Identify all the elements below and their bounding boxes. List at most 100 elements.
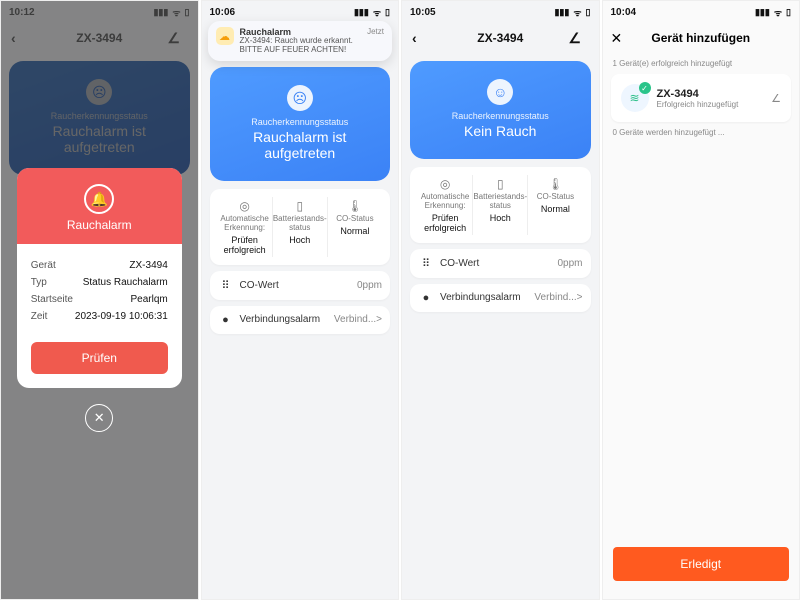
modal-row-val: Pearlqm <box>131 294 168 305</box>
status-icons: ▮▮▮ ᯤ ▯ <box>554 6 590 19</box>
check-icon: ✓ <box>639 82 651 94</box>
wifi-icon: ᯤ <box>573 6 581 19</box>
battery-icon: ▯ <box>786 7 791 18</box>
device-card[interactable]: ≋✓ ZX-3494 Erfolgreich hinzugefügt ∠ <box>611 74 792 122</box>
connection-label: Verbindungsalarm <box>240 314 334 325</box>
modal-header: 🔔 Rauchalarm <box>17 168 182 244</box>
page-title: ZX-3494 <box>432 31 569 45</box>
status-icons: ▮▮▮ ᯤ ▯ <box>354 6 390 19</box>
modal-row: StartseitePearlqm <box>31 294 168 305</box>
connection-alarm-row[interactable]: ● Verbindungsalarm Verbind...> <box>410 284 591 312</box>
status-bar: 10:05 ▮▮▮ ᯤ ▯ <box>402 1 599 23</box>
modal-row-key: Typ <box>31 277 83 288</box>
device-icon: ≋✓ <box>621 84 649 112</box>
connection-alarm-row[interactable]: ● Verbindungsalarm Verbind...> <box>210 306 391 334</box>
status-grid: ◎Automatische Erkennung:Prüfen erfolgrei… <box>410 167 591 243</box>
screen-alarm-modal: 10:12 ▮▮▮ᯤ▯ ‹ ZX-3494 ∠ ☹ Raucherkennung… <box>0 0 199 600</box>
signal-icon: ▮▮▮ <box>554 7 569 18</box>
screen-no-smoke: 10:05 ▮▮▮ ᯤ ▯ ‹ ZX-3494 ∠ ☺ Raucherkennung… <box>401 0 600 600</box>
info-icon: ● <box>418 292 434 304</box>
co-label: CO-Wert <box>240 280 357 291</box>
status-bar: 10:04 ▮▮▮ ᯤ ▯ <box>603 1 800 23</box>
notification-time: Jetzt <box>367 27 384 36</box>
screen-smoke-detected: 10:06 ▮▮▮ ᯤ ▯ ☁ Rauchalarm ZX-3494: Rauch … <box>201 0 400 600</box>
status-time: 10:05 <box>410 7 554 18</box>
rename-icon[interactable]: ∠ <box>771 92 781 105</box>
status-bar: 10:06 ▮▮▮ ᯤ ▯ <box>202 1 399 23</box>
info-icon: ● <box>218 314 234 326</box>
close-icon[interactable]: ✕ <box>611 30 631 47</box>
pending-count: 0 Geräte werden hinzugefügt ... <box>613 128 790 137</box>
app-icon: ☁ <box>216 27 234 45</box>
face-icon: ☹ <box>287 85 313 111</box>
modal-body: GerätZX-3494 TypStatus Rauchalarm Starts… <box>17 244 182 334</box>
stat-battery: ▯Batteriestands-statusHoch <box>273 197 328 257</box>
modal-title: Rauchalarm <box>17 218 182 232</box>
hero-card: ☺ Raucherkennungsstatus Kein Rauch <box>410 61 591 159</box>
back-icon[interactable]: ‹ <box>412 30 432 46</box>
wifi-icon: ᯤ <box>373 6 381 19</box>
co-label: CO-Wert <box>440 258 557 269</box>
stat-co: 🌡CO-StatusNormal <box>528 175 582 235</box>
co-value: 0ppm <box>557 258 582 269</box>
stat-battery: ▯Batteriestands-statusHoch <box>473 175 528 235</box>
signal-icon: ▮▮▮ <box>354 7 369 18</box>
screen-add-device: 10:04 ▮▮▮ ᯤ ▯ ✕ Gerät hinzufügen 1 Gerät(e… <box>602 0 800 600</box>
hero-subtitle: Raucherkennungsstatus <box>220 117 381 127</box>
stat-auto-detect: ◎Automatische Erkennung:Prüfen erfolgrei… <box>418 175 473 235</box>
battery-icon: ▯ <box>586 7 591 18</box>
thermometer-icon: 🌡 <box>528 177 582 191</box>
edit-icon[interactable]: ∠ <box>569 30 589 47</box>
modal-row-key: Startseite <box>31 294 131 305</box>
top-nav: ✕ Gerät hinzufügen <box>603 23 800 53</box>
grid-icon: ⠿ <box>218 279 234 292</box>
thermometer-icon: 🌡 <box>328 199 382 213</box>
battery-icon: ▯ <box>273 199 327 213</box>
modal-row: GerätZX-3494 <box>31 260 168 271</box>
notification-body: ZX-3494: Rauch wurde erkannt. BITTE AUF … <box>240 37 362 55</box>
hero-card: ☹ Raucherkennungsstatus Rauchalarm ist a… <box>210 67 391 181</box>
battery-icon: ▯ <box>385 7 390 18</box>
bell-icon: 🔔 <box>84 184 114 214</box>
modal-row-val: Status Rauchalarm <box>83 277 168 288</box>
hero-title: Rauchalarm ist aufgetreten <box>220 129 381 161</box>
status-time: 10:06 <box>210 7 354 18</box>
alarm-modal: 🔔 Rauchalarm GerätZX-3494 TypStatus Rauc… <box>17 168 182 388</box>
modal-row-val: ZX-3494 <box>129 260 167 271</box>
connection-label: Verbindungsalarm <box>440 292 534 303</box>
modal-overlay: 🔔 Rauchalarm GerätZX-3494 TypStatus Rauc… <box>1 1 198 599</box>
stat-co: 🌡CO-StatusNormal <box>328 197 382 257</box>
co-value-row[interactable]: ⠿ CO-Wert 0ppm <box>410 249 591 278</box>
close-icon[interactable]: ✕ <box>85 404 113 432</box>
target-icon: ◎ <box>218 199 272 213</box>
modal-row-val: 2023-09-19 10:06:31 <box>75 311 168 322</box>
device-name: ZX-3494 <box>657 88 764 100</box>
success-count: 1 Gerät(e) erfolgreich hinzugefügt <box>613 59 790 68</box>
hero-subtitle: Raucherkennungsstatus <box>420 111 581 121</box>
co-value-row[interactable]: ⠿ CO-Wert 0ppm <box>210 271 391 300</box>
modal-row: TypStatus Rauchalarm <box>31 277 168 288</box>
push-notification[interactable]: ☁ Rauchalarm ZX-3494: Rauch wurde erkann… <box>208 21 393 61</box>
top-nav: ‹ ZX-3494 ∠ <box>402 23 599 53</box>
co-value: 0ppm <box>357 280 382 291</box>
status-icons: ▮▮▮ ᯤ ▯ <box>755 6 791 19</box>
grid-icon: ⠿ <box>418 257 434 270</box>
modal-row-key: Zeit <box>31 311 75 322</box>
page-title: Gerät hinzufügen <box>631 31 772 45</box>
connection-value: Verbind...> <box>534 292 582 303</box>
target-icon: ◎ <box>418 177 472 191</box>
connection-value: Verbind...> <box>334 314 382 325</box>
status-time: 10:04 <box>611 7 755 18</box>
status-grid: ◎Automatische Erkennung:Prüfen erfolgrei… <box>210 189 391 265</box>
hero-title: Kein Rauch <box>420 123 581 139</box>
signal-icon: ▮▮▮ <box>755 7 770 18</box>
modal-row-key: Gerät <box>31 260 130 271</box>
battery-icon: ▯ <box>473 177 527 191</box>
check-button[interactable]: Prüfen <box>31 342 168 374</box>
done-button[interactable]: Erledigt <box>613 547 790 581</box>
face-icon: ☺ <box>487 79 513 105</box>
stat-auto-detect: ◎Automatische Erkennung:Prüfen erfolgrei… <box>218 197 273 257</box>
modal-row: Zeit2023-09-19 10:06:31 <box>31 311 168 322</box>
wifi-icon: ᯤ <box>774 6 782 19</box>
device-status: Erfolgreich hinzugefügt <box>657 100 764 109</box>
